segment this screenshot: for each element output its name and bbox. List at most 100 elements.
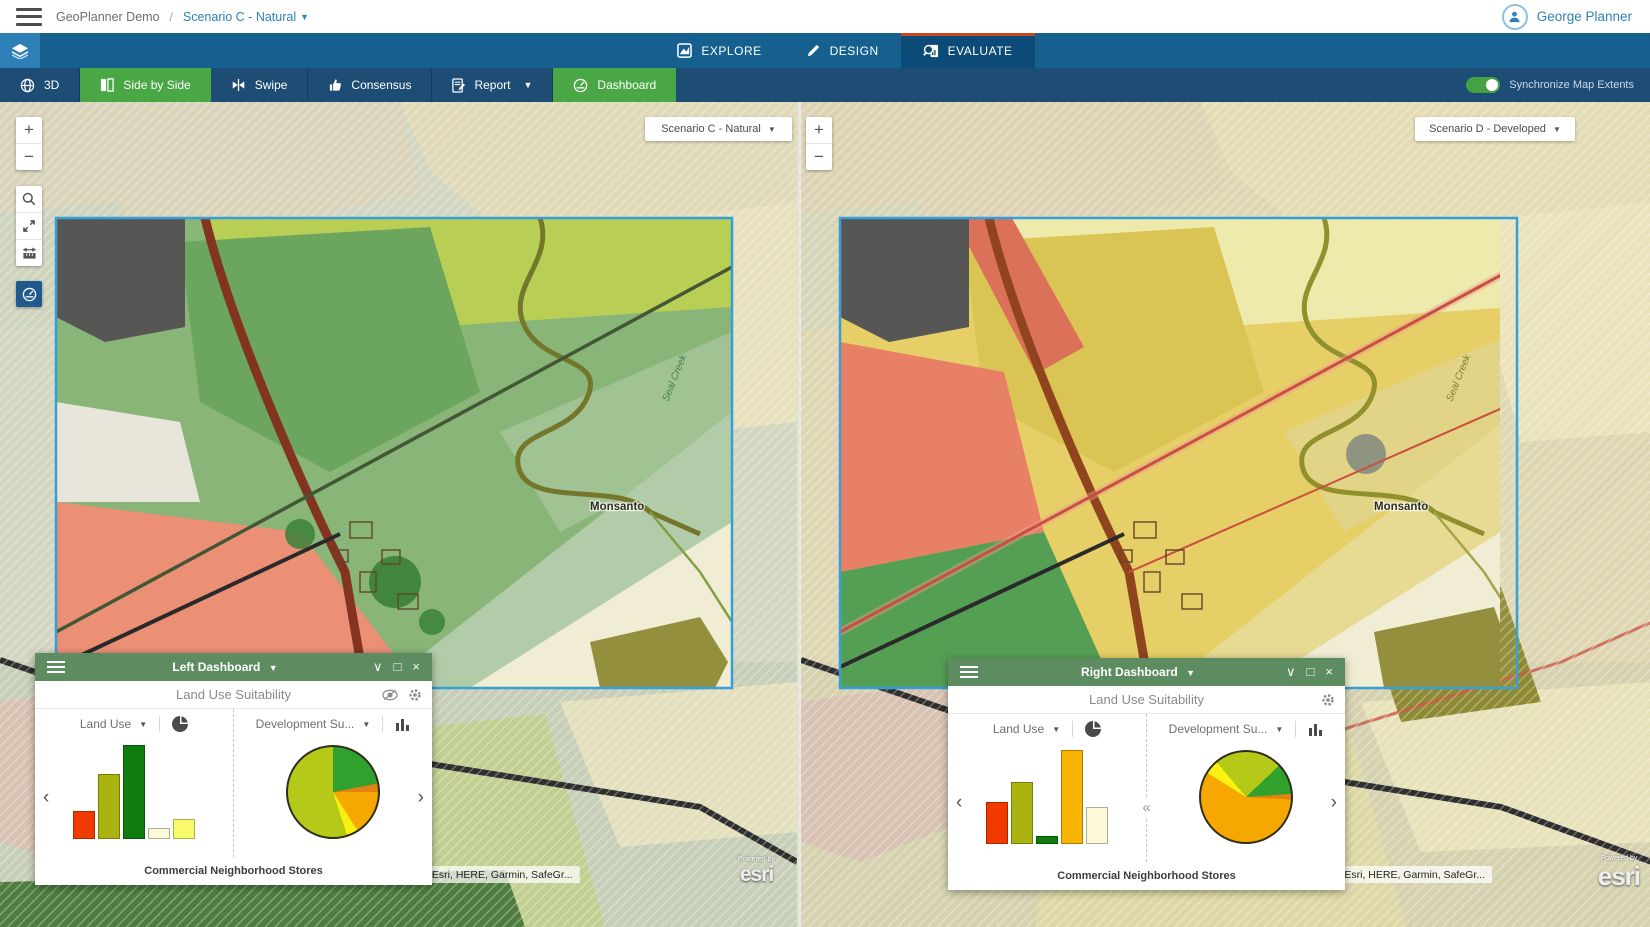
gear-icon[interactable] [1321,693,1335,707]
left-scenario-selector[interactable]: Scenario C - Natural ▼ [645,117,792,141]
maximize-icon[interactable]: □ [1307,664,1315,680]
dashboard-gauge-icon [22,287,37,302]
top-bar: GeoPlanner Demo / Scenario C - Natural ▼… [0,0,1650,33]
search-icon [22,192,36,206]
zoom-out-button[interactable]: − [16,143,42,170]
land-use-bar-chart[interactable] [73,745,195,839]
tab-label: DESIGN [830,44,879,58]
chart-selector-label[interactable]: Development Su... [256,717,355,731]
consensus-button[interactable]: Consensus [308,68,432,102]
dashboard-menu-icon[interactable] [960,666,978,678]
user-name: George Planner [1537,9,1632,24]
development-suitability-pie-chart[interactable] [1199,750,1293,844]
search-button[interactable] [16,186,42,212]
button-label: Report [474,78,510,92]
report-button[interactable]: Report ▼ [432,68,553,102]
selection-extent[interactable] [56,218,732,688]
right-dashboard-panel: Right Dashboard ▼ ∨ □ × Land Use Suitabi… [948,658,1345,890]
window-controls: ∨ □ × [1286,664,1333,680]
zoom-in-button[interactable]: + [16,117,42,143]
sync-extents-label: Synchronize Map Extents [1509,79,1634,91]
chevron-down-icon: ▼ [524,80,533,90]
zoom-in-button[interactable]: + [806,117,832,143]
button-label: Dashboard [597,78,656,92]
chevron-down-icon[interactable]: ▼ [1275,725,1283,734]
slide-label: Commercial Neighborhood Stores [35,857,432,885]
sync-extents-control: Synchronize Map Extents [1466,68,1650,102]
dashboard-title: Left Dashboard [172,660,260,674]
button-label: Swipe [255,78,288,92]
close-icon[interactable]: × [1325,664,1333,680]
close-icon[interactable]: × [412,659,420,675]
chart-selector-label[interactable]: Land Use [80,717,131,731]
chart-selector-label[interactable]: Land Use [993,722,1044,736]
pie-chart-type-icon[interactable] [172,716,188,732]
development-suitability-pie-chart[interactable] [286,745,380,839]
dashboard-toggle-button[interactable] [16,281,42,307]
swipe-button[interactable]: Swipe [211,68,309,102]
dashboard-charts: ‹ Land Use ▼ Development Su... [948,714,1345,862]
prev-chart-chevron[interactable]: ‹ [43,787,49,809]
zoom-out-button[interactable]: − [806,143,832,170]
visibility-off-icon[interactable] [382,689,398,701]
breadcrumb-separator: / [170,10,173,24]
bar-chart-type-icon[interactable] [1308,723,1323,736]
collapse-icon[interactable]: ∨ [1286,664,1296,680]
dashboard-title-dropdown[interactable]: Left Dashboard ▼ [77,660,373,674]
tab-label: EXPLORE [701,44,761,58]
chevron-down-icon[interactable]: ▼ [300,12,309,22]
chevron-down-icon: ▼ [269,663,278,673]
expand-arrows-icon [22,219,36,233]
gear-icon[interactable] [408,688,422,702]
report-document-icon [452,78,465,93]
chevron-down-icon: ▼ [1186,668,1195,678]
next-chart-chevron[interactable]: › [1331,792,1337,814]
dashboard-menu-icon[interactable] [47,661,65,673]
tab-evaluate[interactable]: EVALUATE [901,33,1035,68]
selected-scenario: Scenario D - Developed [1429,123,1546,135]
development-suitability-widget: Development Su... ▼ [233,709,432,857]
dashboard-button[interactable]: Dashboard [553,68,676,102]
user-menu[interactable]: George Planner [1502,4,1632,30]
measure-button[interactable] [16,239,42,266]
side-by-side-icon [100,78,114,92]
chevron-down-icon[interactable]: ▼ [139,720,147,729]
collapse-divider-chevron[interactable]: « [1140,798,1152,817]
collapse-icon[interactable]: ∨ [373,659,383,675]
widget-title: Land Use Suitability [948,692,1345,707]
selection-extent[interactable] [840,218,1517,688]
chevron-down-icon[interactable]: ▼ [362,720,370,729]
land-use-bar-chart[interactable] [986,750,1108,844]
full-extent-button[interactable] [16,212,42,239]
evaluate-toolbar: 3D Side by Side Swipe Consensus Report [0,68,1650,102]
right-scenario-selector[interactable]: Scenario D - Developed ▼ [1415,117,1575,141]
button-label: Consensus [351,78,411,92]
pie-chart-type-icon[interactable] [1085,721,1101,737]
tab-explore[interactable]: EXPLORE [655,33,783,68]
prev-chart-chevron[interactable]: ‹ [956,792,962,814]
sync-extents-toggle[interactable] [1466,77,1500,93]
side-by-side-button[interactable]: Side by Side [80,68,210,102]
next-chart-chevron[interactable]: › [418,787,424,809]
chevron-down-icon[interactable]: ▼ [1052,725,1060,734]
evaluate-magnifier-icon [923,43,939,59]
maximize-icon[interactable]: □ [394,659,402,675]
place-label: Monsanto [590,501,644,513]
zoom-control: + − [806,117,832,170]
widget-title-row: Land Use Suitability [948,686,1345,714]
right-dashboard-header: Right Dashboard ▼ ∨ □ × [948,658,1345,686]
dashboard-title-dropdown[interactable]: Right Dashboard ▼ [990,665,1286,679]
workflow-nav-bar: EXPLORE DESIGN EVALUATE [0,33,1650,68]
geoplanner-app: GeoPlanner Demo / Scenario C - Natural ▼… [0,0,1650,927]
tab-design[interactable]: DESIGN [784,33,901,68]
breadcrumb-scenario-link[interactable]: Scenario C - Natural [183,10,296,24]
land-use-widget: Land Use ▼ [35,709,233,857]
layers-button[interactable] [0,33,40,68]
development-suitability-widget: Development Su... ▼ [1146,714,1345,862]
3d-button[interactable]: 3D [0,68,80,102]
map-tools [16,186,42,266]
chart-selector-label[interactable]: Development Su... [1169,722,1268,736]
main-menu-icon[interactable] [16,8,42,26]
bar-chart-type-icon[interactable] [395,718,410,731]
dashboard-charts: ‹ Land Use ▼ Development Su... [35,709,432,857]
